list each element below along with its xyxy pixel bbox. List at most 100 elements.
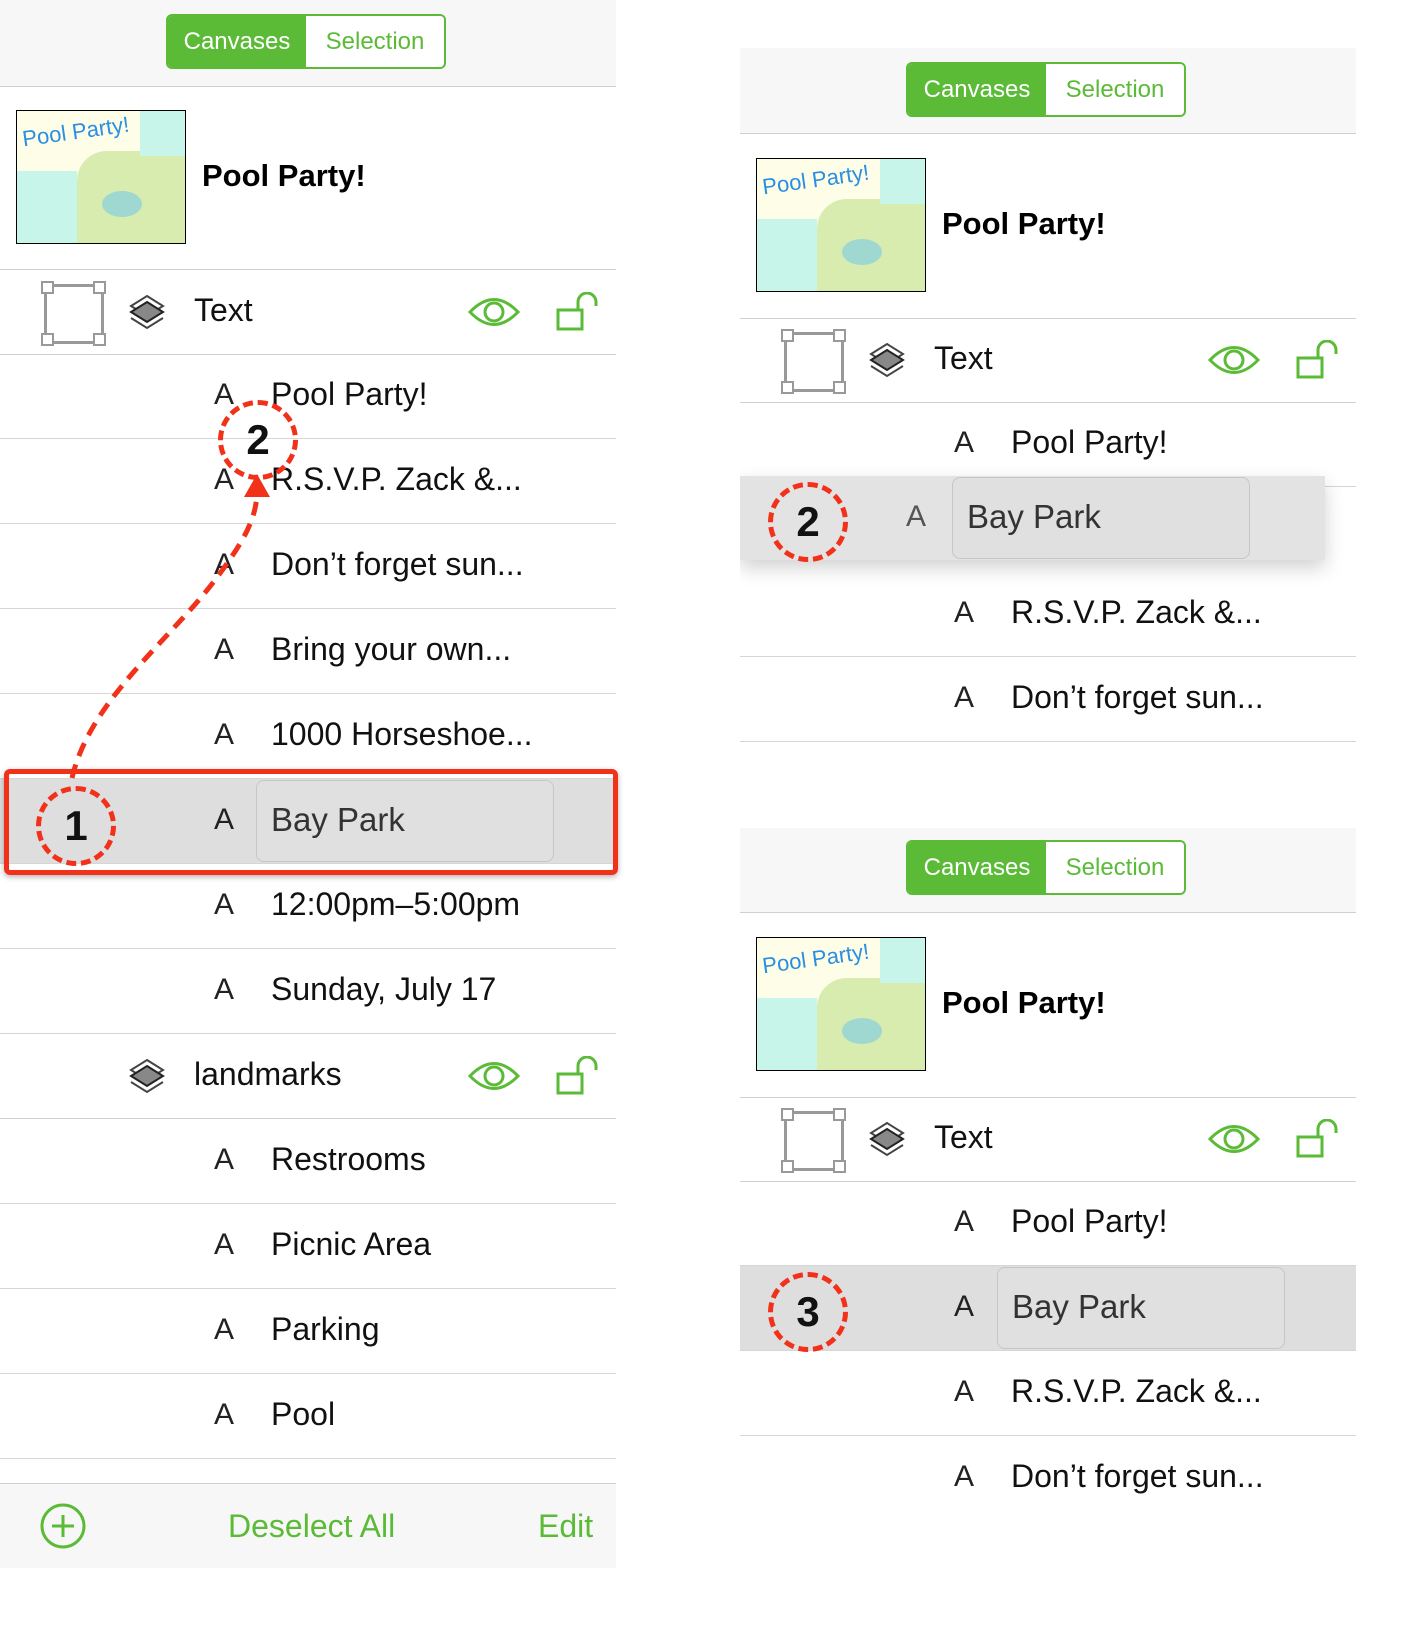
thumbnail-shape (757, 998, 817, 1070)
text-object-icon: A (954, 681, 975, 714)
unlock-icon[interactable] (1296, 1118, 1340, 1164)
item-label: 1000 Horseshoe... (271, 716, 533, 752)
canvas-row[interactable]: Pool Party! Pool Party! (0, 86, 616, 270)
item-label: Don’t forget sun... (1011, 679, 1264, 715)
layer-title: landmarks (194, 1056, 342, 1092)
name-field[interactable]: Bay Park (997, 1267, 1285, 1349)
eye-icon[interactable] (1207, 341, 1261, 384)
eye-icon[interactable] (467, 293, 521, 336)
canvases-selection-control[interactable]: Canvases Selection (906, 840, 1186, 895)
step-callout: 1 (36, 786, 116, 866)
list-item[interactable]: A Pool Party! (0, 354, 616, 439)
selection-tab[interactable]: Selection (1046, 842, 1184, 893)
list-item[interactable]: A R.S.V.P. Zack &... (740, 1351, 1356, 1436)
thumbnail-shape (842, 1018, 882, 1044)
item-label: 12:00pm–5:00pm (271, 886, 521, 922)
text-object-icon: A (954, 1460, 975, 1493)
unlock-icon[interactable] (556, 291, 600, 337)
select-layer-objects-icon[interactable] (781, 329, 846, 394)
thumbnail-shape (140, 111, 185, 156)
canvases-tab[interactable]: Canvases (168, 16, 306, 67)
canvases-tab[interactable]: Canvases (908, 842, 1046, 893)
layers-icon (868, 342, 906, 383)
canvas-thumbnail: Pool Party! (16, 110, 186, 244)
list-item[interactable]: A R.S.V.P. Zack &... (0, 439, 616, 524)
unlock-icon[interactable] (1296, 339, 1340, 385)
list-item[interactable]: A Pool (0, 1374, 616, 1459)
item-label: Restrooms (271, 1141, 426, 1177)
handle (781, 381, 794, 394)
list-item[interactable]: A Sunday, July 17 (0, 949, 616, 1034)
canvas-thumbnail: Pool Party! (756, 158, 926, 292)
list-item[interactable]: A Don’t forget sun... (740, 657, 1356, 742)
selection-tab[interactable]: Selection (1046, 64, 1184, 115)
list-item[interactable]: A Picnic Area (0, 1204, 616, 1289)
list-item[interactable]: A 12:00pm–5:00pm (0, 864, 616, 949)
canvas-title: Pool Party! (942, 985, 1106, 1020)
item-label: Bring your own... (271, 631, 512, 667)
list-item[interactable]: A Pool Party! (740, 1181, 1356, 1266)
text-object-icon: A (954, 1375, 975, 1408)
step-callout: 2 (768, 482, 848, 562)
item-label: Pool (271, 1396, 336, 1432)
name-field-value[interactable]: Bay Park (1012, 1288, 1146, 1326)
list-item[interactable]: A Bring your own... (0, 609, 616, 694)
text-object-icon: A (214, 1143, 235, 1176)
handle (833, 1160, 846, 1173)
handle (41, 333, 54, 346)
list-item[interactable]: A 1000 Horseshoe... (0, 694, 616, 779)
text-object-icon: A (214, 1398, 235, 1431)
thumbnail-shape (102, 191, 142, 217)
name-field[interactable]: Bay Park (952, 477, 1250, 559)
eye-icon[interactable] (467, 1057, 521, 1100)
add-icon[interactable] (40, 1503, 86, 1554)
layer-row-landmarks[interactable]: landmarks (0, 1034, 616, 1119)
unlock-icon[interactable] (556, 1055, 600, 1101)
text-object-icon: A (214, 1313, 235, 1346)
edit-button[interactable]: Edit (538, 1508, 593, 1545)
list-item[interactable]: A Don’t forget sun... (740, 1436, 1356, 1520)
thumbnail-title: Pool Party! (760, 159, 871, 200)
list-item[interactable]: A Restrooms (0, 1119, 616, 1204)
list-item[interactable]: A Parking (0, 1289, 616, 1374)
layer-title: Text (934, 1119, 993, 1155)
select-layer-objects-icon[interactable] (41, 281, 106, 346)
list-item[interactable]: A Pool Party! (740, 402, 1356, 487)
item-label: Parking (271, 1311, 380, 1347)
item-label: Pool Party! (271, 376, 428, 412)
canvas-title: Pool Party! (202, 158, 366, 193)
canvas-title: Pool Party! (942, 206, 1106, 241)
handle (93, 281, 106, 294)
eye-icon[interactable] (1207, 1120, 1261, 1163)
text-object-icon: A (954, 1205, 975, 1238)
layer-title: Text (194, 292, 253, 328)
layer-row-text[interactable]: Text (740, 318, 1356, 403)
handle (93, 333, 106, 346)
name-field-value[interactable]: Bay Park (967, 498, 1101, 536)
handle (833, 329, 846, 342)
thumbnail-shape (880, 159, 925, 204)
list-item[interactable]: A R.S.V.P. Zack &... (740, 572, 1356, 657)
text-object-icon: A (214, 633, 235, 666)
thumbnail-shape (842, 239, 882, 265)
layer-title: Text (934, 340, 993, 376)
item-label: R.S.V.P. Zack &... (1011, 1373, 1262, 1409)
list-item[interactable]: A Don’t forget sun... (0, 524, 616, 609)
canvas-row[interactable]: Pool Party! Pool Party! (740, 913, 1356, 1098)
handle (781, 1160, 794, 1173)
text-object-icon: A (214, 378, 235, 411)
deselect-all-button[interactable]: Deselect All (228, 1508, 395, 1545)
text-object-icon: A (214, 1228, 235, 1261)
layer-row-text[interactable]: Text (740, 1097, 1356, 1182)
canvases-selection-control[interactable]: Canvases Selection (906, 62, 1186, 117)
handle (833, 381, 846, 394)
layer-row-text[interactable]: Text (0, 270, 616, 355)
canvases-tab[interactable]: Canvases (908, 64, 1046, 115)
select-layer-objects-icon[interactable] (781, 1108, 846, 1173)
right-bottom-panel: Canvases Selection Pool Party! Pool Party! T… (740, 828, 1356, 1520)
canvas-row[interactable]: Pool Party! Pool Party! (740, 134, 1356, 319)
canvases-selection-control[interactable]: Canvases Selection (166, 14, 446, 69)
selection-tab[interactable]: Selection (306, 16, 444, 67)
text-object-icon: A (954, 1290, 975, 1323)
text-object-icon: A (954, 596, 975, 629)
